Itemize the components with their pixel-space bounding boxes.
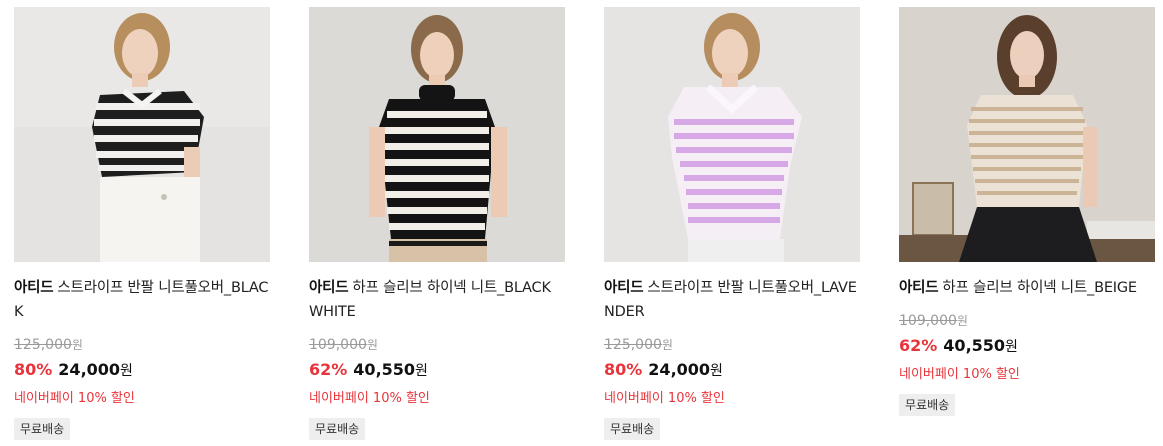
free-shipping-badge: 무료배송 bbox=[604, 418, 661, 440]
npay-discount: 네이버페이 10% 할인 bbox=[899, 367, 1020, 382]
sale-price-row: 62% 40,550원 bbox=[899, 334, 1155, 358]
product-image[interactable] bbox=[899, 7, 1155, 262]
product-card[interactable]: 아티드 하프 슬리브 하이넥 니트_BEIGE 109,000원 62% 40,55… bbox=[899, 7, 1155, 416]
sale-price-unit: 원 bbox=[1005, 339, 1018, 355]
discount-rate: 62% bbox=[899, 336, 938, 355]
product-title[interactable]: 아티드 스트라이프 반팔 니트풀오버_BLACK bbox=[14, 276, 270, 324]
sale-price-row: 62% 40,550원 bbox=[309, 358, 565, 382]
product-title[interactable]: 아티드 하프 슬리브 하이넥 니트_BLACK WHITE bbox=[309, 276, 565, 324]
original-price-unit: 원 bbox=[956, 314, 968, 328]
discount-rate: 62% bbox=[309, 360, 348, 379]
original-price-value: 125,000 bbox=[604, 337, 662, 353]
free-shipping-badge: 무료배송 bbox=[309, 418, 366, 440]
brand-name: 아티드 bbox=[309, 280, 349, 296]
product-grid: 아티드 스트라이프 반팔 니트풀오버_BLACK 125,000원 80% 24,0… bbox=[0, 0, 1163, 446]
original-price: 109,000원 bbox=[899, 312, 1155, 330]
original-price: 109,000원 bbox=[309, 336, 565, 354]
product-card[interactable]: 아티드 하프 슬리브 하이넥 니트_BLACK WHITE 109,000원 62… bbox=[309, 7, 565, 440]
original-price-value: 109,000 bbox=[309, 337, 367, 353]
product-image[interactable] bbox=[309, 7, 565, 262]
original-price-unit: 원 bbox=[71, 338, 83, 352]
npay-discount: 네이버페이 10% 할인 bbox=[309, 391, 430, 406]
npay-discount: 네이버페이 10% 할인 bbox=[604, 391, 725, 406]
product-name: 하프 슬리브 하이넥 니트_BEIGE bbox=[942, 280, 1137, 296]
sale-price-unit: 원 bbox=[710, 363, 723, 379]
brand-name: 아티드 bbox=[604, 280, 644, 296]
sale-price-row: 80% 24,000원 bbox=[14, 358, 270, 382]
brand-name: 아티드 bbox=[899, 280, 939, 296]
sale-price: 40,550 bbox=[353, 360, 416, 379]
brand-name: 아티드 bbox=[14, 280, 54, 296]
original-price-unit: 원 bbox=[661, 338, 673, 352]
product-title[interactable]: 아티드 하프 슬리브 하이넥 니트_BEIGE bbox=[899, 276, 1155, 300]
original-price-unit: 원 bbox=[366, 338, 378, 352]
product-card[interactable]: 아티드 스트라이프 반팔 니트풀오버_BLACK 125,000원 80% 24,0… bbox=[14, 7, 270, 440]
sale-price-unit: 원 bbox=[415, 363, 428, 379]
original-price-value: 109,000 bbox=[899, 313, 957, 329]
sale-price: 40,550 bbox=[943, 336, 1006, 355]
product-title[interactable]: 아티드 스트라이프 반팔 니트풀오버_LAVENDER bbox=[604, 276, 860, 324]
original-price: 125,000원 bbox=[14, 336, 270, 354]
product-image[interactable] bbox=[14, 7, 270, 262]
discount-rate: 80% bbox=[604, 360, 643, 379]
sale-price-row: 80% 24,000원 bbox=[604, 358, 860, 382]
product-card[interactable]: 아티드 스트라이프 반팔 니트풀오버_LAVENDER 125,000원 80% 2… bbox=[604, 7, 860, 440]
sale-price: 24,000 bbox=[648, 360, 711, 379]
free-shipping-badge: 무료배송 bbox=[899, 394, 956, 416]
product-image[interactable] bbox=[604, 7, 860, 262]
sale-price: 24,000 bbox=[58, 360, 121, 379]
discount-rate: 80% bbox=[14, 360, 53, 379]
free-shipping-badge: 무료배송 bbox=[14, 418, 71, 440]
sale-price-unit: 원 bbox=[120, 363, 133, 379]
npay-discount: 네이버페이 10% 할인 bbox=[14, 391, 135, 406]
original-price: 125,000원 bbox=[604, 336, 860, 354]
original-price-value: 125,000 bbox=[14, 337, 72, 353]
